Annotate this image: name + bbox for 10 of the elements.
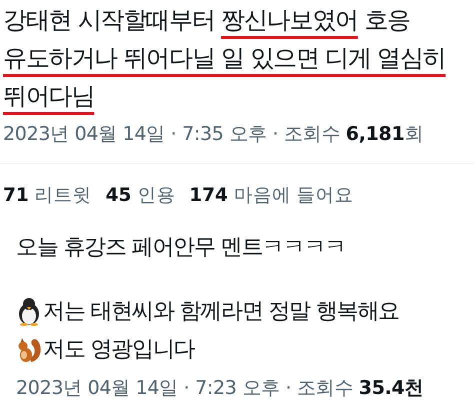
penguin-icon (16, 298, 42, 326)
tweet-timestamp: 2023년 04월 14일 · 7:23 오후 · 조회수 35.4천 (16, 376, 424, 401)
engagement-count[interactable]: 174 마음에 들어요 (189, 182, 354, 207)
squirrel-icon (16, 336, 42, 364)
tweet-text: 저는 태현씨와 함께라면 정말 행복해요 저도 영광입니다 (16, 293, 474, 369)
engagement-count[interactable]: 45 인용 (106, 182, 176, 207)
tweet-text: 강태현 시작할때부터 짱신나보였어 호응 유도하거나 뛰어다닐 일 있으면 디게 열심히 뛰어다님 (3, 5, 447, 112)
tweet-timestamp: 2023년 04월 14일 · 7:35 오후 · 조회수 6,181회 (3, 122, 424, 147)
engagement-count[interactable]: 71 리트윗 (3, 182, 92, 207)
tweet-text: 오늘 휴강즈 페어안무 멘트ㅋㅋㅋㅋ (16, 234, 346, 262)
